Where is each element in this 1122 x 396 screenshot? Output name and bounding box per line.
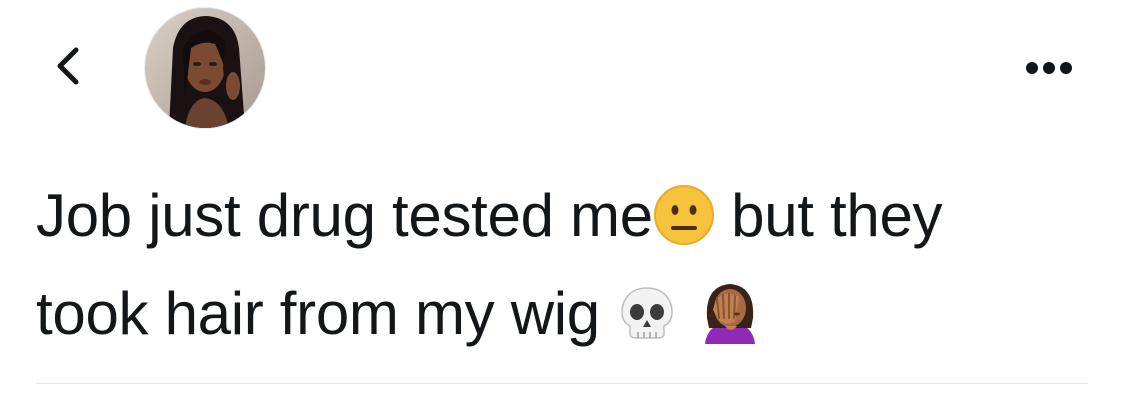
more-options-button[interactable] (1016, 56, 1082, 80)
tweet-text-part-2: but they (714, 182, 943, 249)
tweet-text-part-3: took hair from my wig (36, 280, 617, 347)
woman-facepalming-emoji (695, 274, 765, 368)
tweet-text: Job just drug tested me but they took ha… (36, 172, 1106, 368)
skull-emoji (616, 280, 678, 368)
ellipsis-icon (1026, 62, 1072, 74)
tweet-line-2: took hair from my wig (36, 270, 1106, 368)
chevron-left-icon (57, 47, 79, 85)
avatar[interactable] (144, 7, 266, 129)
neutral-face-emoji (653, 182, 715, 270)
tweet-text-part-1: Job just drug tested me (36, 182, 653, 249)
tweet-line-1: Job just drug tested me but they (36, 172, 1106, 270)
profile-photo (145, 8, 265, 128)
divider (36, 383, 1088, 384)
back-button[interactable] (48, 44, 88, 88)
